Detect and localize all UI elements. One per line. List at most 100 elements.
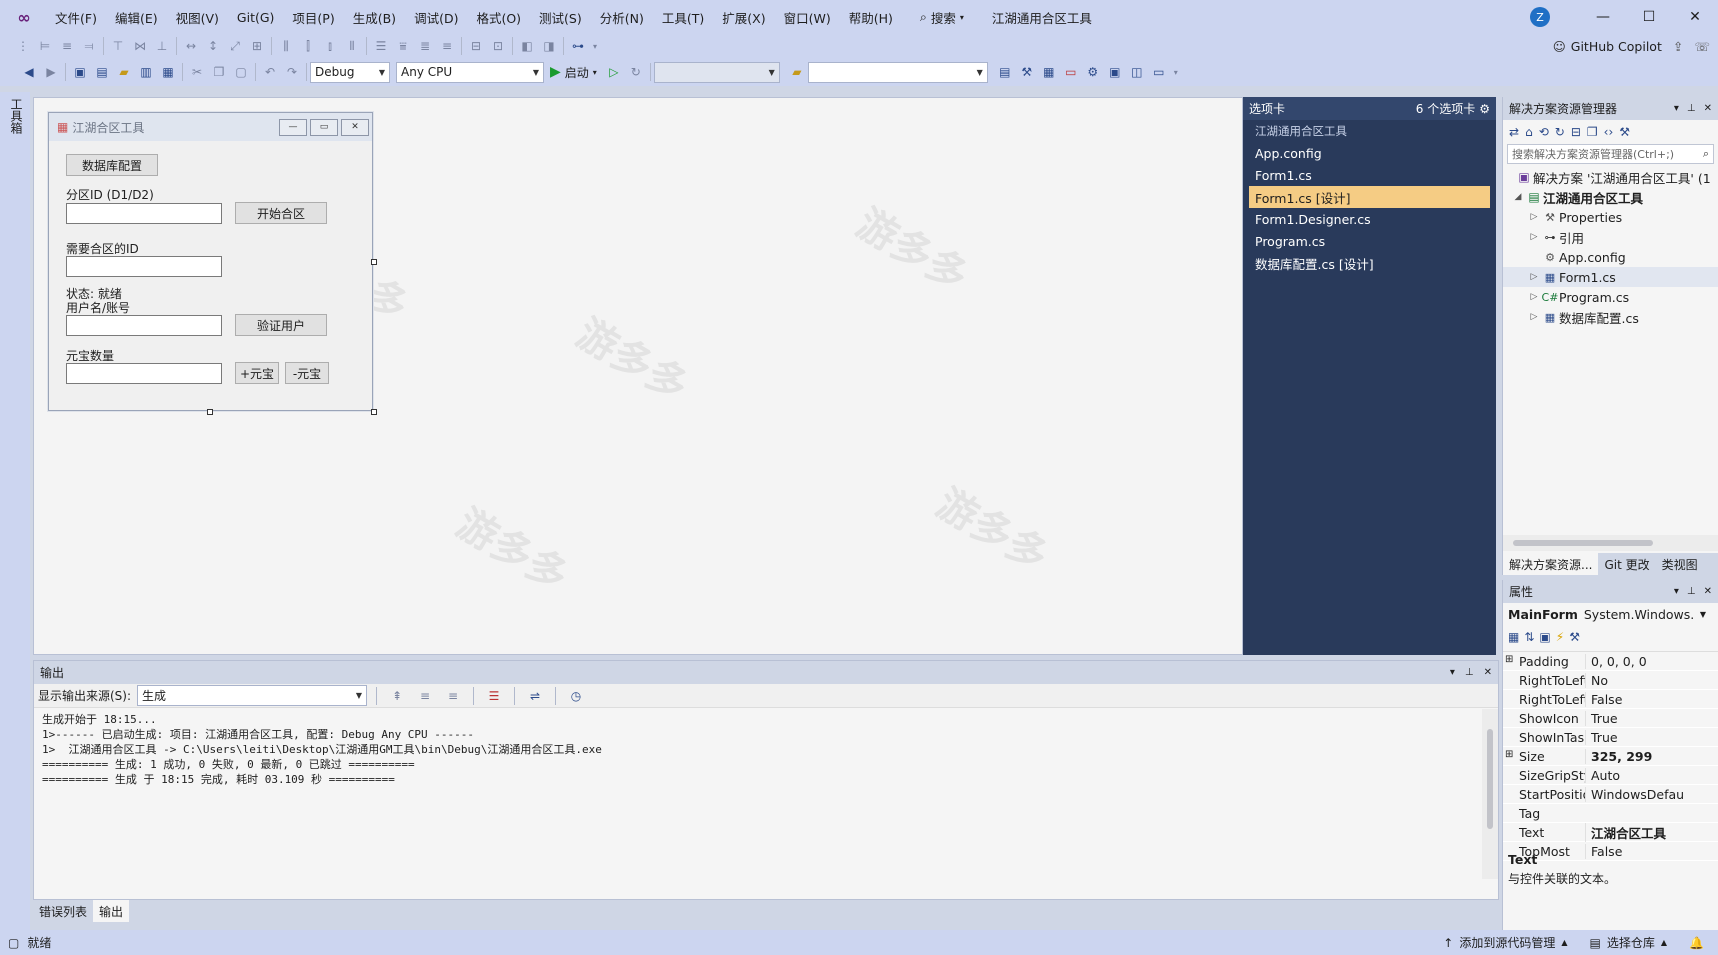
property-row[interactable]: SizeGripStyleAuto <box>1503 766 1718 785</box>
tab-list-item[interactable]: 数据库配置.cs [设计] <box>1243 252 1496 274</box>
hspacing-increase-icon[interactable]: ⫿ <box>297 36 319 56</box>
history-icon[interactable]: ⟲ <box>1539 125 1549 139</box>
menu-item[interactable]: 调试(D) <box>405 0 467 34</box>
collapsed-arrow-icon[interactable]: ▷ <box>1527 292 1541 302</box>
resize-handle-corner[interactable] <box>371 409 377 415</box>
winform-maximize-button[interactable]: ▭ <box>310 118 338 136</box>
alphabetical-icon[interactable]: ⇅ <box>1524 630 1534 644</box>
menu-item[interactable]: 扩展(X) <box>713 0 774 34</box>
menu-item[interactable]: 文件(F) <box>46 0 106 34</box>
property-row[interactable]: Tag <box>1503 804 1718 823</box>
size-to-grid-icon[interactable]: ⊞ <box>246 36 268 56</box>
window-layout-icon[interactable]: ▣ <box>1104 62 1126 82</box>
vspacing-increase-icon[interactable]: ⩸ <box>392 36 414 56</box>
solution-node[interactable]: ▣ 解决方案 '江湖通用合区工具' (1 <box>1503 167 1718 187</box>
menu-item[interactable]: 格式(O) <box>467 0 530 34</box>
property-row[interactable]: ⊞ Padding 0, 0, 0, 0 <box>1503 652 1718 671</box>
cut-icon[interactable]: ✂ <box>186 62 208 82</box>
account-avatar[interactable]: Z <box>1530 7 1550 27</box>
property-row[interactable]: Text 江湖合区工具 <box>1503 822 1718 842</box>
solution-config-select[interactable]: Debug ▼ <box>310 61 390 83</box>
hspacing-equal-icon[interactable]: ⫼ <box>275 36 297 56</box>
collapsed-arrow-icon[interactable]: ▷ <box>1527 232 1541 242</box>
align-center-icon[interactable]: ≡ <box>56 36 78 56</box>
navigate-back-icon[interactable]: ◀ <box>18 62 40 82</box>
winform-title-bar[interactable]: ▦ 江湖合区工具 — ▭ ✕ <box>49 113 372 141</box>
tab-list-item[interactable]: App.config <box>1243 142 1496 164</box>
share-icon[interactable]: ⇪ <box>1673 39 1683 54</box>
home-icon[interactable]: ⌂ <box>1525 125 1533 139</box>
feedback-window-icon[interactable]: ◫ <box>1126 62 1148 82</box>
menu-item[interactable]: 视图(V) <box>167 0 228 34</box>
menu-item[interactable]: 项目(P) <box>283 0 343 34</box>
next-message-icon[interactable]: ≡ <box>442 686 464 706</box>
align-middle-icon[interactable]: ⋈ <box>129 36 151 56</box>
minimize-button[interactable]: — <box>1580 0 1626 34</box>
hot-reload-icon[interactable]: ↻ <box>625 62 647 82</box>
object-browser-icon[interactable]: ▦ <box>1038 62 1060 82</box>
solution-platform-select[interactable]: Any CPU ▼ <box>396 61 544 83</box>
categorized-icon[interactable]: ▦ <box>1508 630 1519 644</box>
vspacing-remove-icon[interactable]: ≡ <box>436 36 458 56</box>
merge-id-input[interactable] <box>66 256 222 277</box>
chevron-down-icon[interactable]: ▾ <box>1674 586 1679 597</box>
property-row[interactable]: StartPositionWindowsDefau <box>1503 785 1718 804</box>
align-right-icon[interactable]: ⫤ <box>78 36 100 56</box>
solution-tree-item[interactable]: ⚙ App.config <box>1503 247 1718 267</box>
startup-item-select[interactable]: ▼ <box>653 61 780 83</box>
property-row[interactable]: ShowInTaskbTrue <box>1503 728 1718 747</box>
start-merge-button[interactable]: 开始合区 <box>235 202 327 224</box>
search-box[interactable]: ⌕ 搜索 ▾ <box>910 8 974 27</box>
redo-icon[interactable]: ↷ <box>281 62 303 82</box>
hspacing-decrease-icon[interactable]: ⫾ <box>319 36 341 56</box>
menu-item[interactable]: 工具(T) <box>653 0 713 34</box>
save-icon[interactable]: ▥ <box>135 62 157 82</box>
vspacing-decrease-icon[interactable]: ≣ <box>414 36 436 56</box>
property-row[interactable]: RightToLeftLaFalse <box>1503 690 1718 709</box>
device-icon[interactable]: ▭ <box>1148 62 1170 82</box>
add-to-source-control-button[interactable]: ↑ 添加到源代码管理 ▲ <box>1443 934 1567 951</box>
solution-tree-item[interactable]: ▷ ▦ Form1.cs <box>1503 267 1718 287</box>
scrollbar-thumb[interactable] <box>1513 540 1653 546</box>
collapsed-arrow-icon[interactable]: ▷ <box>1527 212 1541 222</box>
chevron-down-icon[interactable]: ▾ <box>1450 667 1455 678</box>
select-repository-button[interactable]: ▤ 选择仓库 ▲ <box>1590 934 1668 951</box>
vertical-scrollbar[interactable] <box>1482 709 1498 879</box>
save-all-icon[interactable]: ▦ <box>157 62 179 82</box>
find-combo[interactable]: ▼ <box>807 61 988 83</box>
same-height-icon[interactable]: ↕ <box>202 36 224 56</box>
verify-user-button[interactable]: 验证用户 <box>235 314 327 336</box>
menu-item[interactable]: 生成(B) <box>344 0 405 34</box>
maximize-button[interactable]: ☐ <box>1626 0 1672 34</box>
toolbar-overflow-icon[interactable]: ▾ <box>589 36 601 56</box>
menu-item[interactable]: 窗口(W) <box>775 0 840 34</box>
chevron-down-icon[interactable]: ▾ <box>1674 103 1679 114</box>
navigate-forward-icon[interactable]: ▶ <box>40 62 62 82</box>
start-debug-button[interactable]: ▶ 启动 ▾ <box>550 64 597 81</box>
gear-icon[interactable]: ⚙ <box>1479 102 1490 116</box>
same-size-icon[interactable]: ⤢ <box>224 36 246 56</box>
scrollbar-thumb[interactable] <box>1487 729 1493 829</box>
expand-icon[interactable]: ⊞ <box>1505 654 1513 665</box>
show-all-files-icon[interactable]: ❐ <box>1587 125 1598 139</box>
object-selector[interactable]: MainForm System.Windows.Fo ▼ <box>1503 603 1718 625</box>
solution-tree-item[interactable]: ▷ ▦ 数据库配置.cs <box>1503 307 1718 327</box>
solution-tree-item[interactable]: ▷ ⚒ Properties <box>1503 207 1718 227</box>
bring-to-front-icon[interactable]: ◧ <box>516 36 538 56</box>
center-vertical-icon[interactable]: ⊡ <box>487 36 509 56</box>
property-row[interactable]: RightToLeft No <box>1503 671 1718 690</box>
vspacing-equal-icon[interactable]: ☰ <box>370 36 392 56</box>
solution-explorer-tab[interactable]: 解决方案资源... <box>1503 553 1599 575</box>
expand-icon[interactable]: ⊞ <box>1505 749 1513 760</box>
find-in-files-icon[interactable]: ▰ <box>786 62 808 82</box>
resize-handle-right[interactable] <box>371 259 377 265</box>
hspacing-remove-icon[interactable]: ⦀ <box>341 36 363 56</box>
properties-view-icon[interactable]: ▣ <box>1539 630 1550 644</box>
toolbox-tab[interactable]: 工具箱 <box>0 92 30 932</box>
clock-icon[interactable]: ◷ <box>565 686 587 706</box>
prev-message-icon[interactable]: ≡ <box>414 686 436 706</box>
solution-explorer-tab[interactable]: Git 更改 <box>1598 553 1655 575</box>
close-icon[interactable]: ✕ <box>1484 667 1492 678</box>
property-value[interactable]: False <box>1585 691 1718 707</box>
tab-list-item[interactable]: Form1.Designer.cs <box>1243 208 1496 230</box>
